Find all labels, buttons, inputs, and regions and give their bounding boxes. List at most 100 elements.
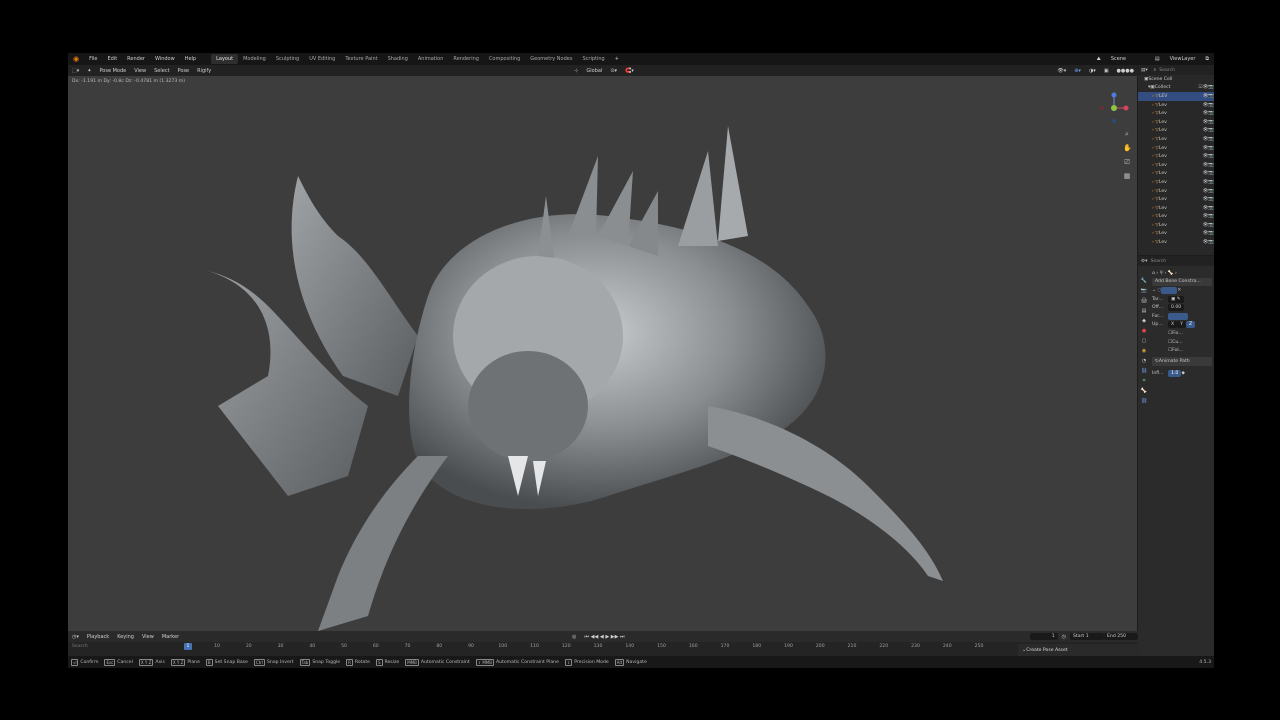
zoom-icon[interactable]: ⌕ xyxy=(1123,130,1131,138)
modifier-tab-icon[interactable]: ◉ xyxy=(1142,348,1146,354)
constraint-name-field[interactable] xyxy=(1161,286,1178,294)
outliner-item[interactable]: › ▽ Lev 👁📷 xyxy=(1138,187,1214,196)
animate-path-button[interactable]: ↻ Animate Path xyxy=(1152,356,1212,366)
timeline-view-menu[interactable]: View xyxy=(138,634,158,640)
display-mode-icon[interactable]: ⌕ xyxy=(1151,67,1160,73)
visibility-icon[interactable]: 👁📷 xyxy=(1202,197,1214,202)
menu-pose[interactable]: Pose xyxy=(174,68,194,74)
workspace-tab-shading[interactable]: Shading xyxy=(383,54,413,64)
bone-constraint-tab-icon[interactable]: ⛓ xyxy=(1141,398,1147,404)
filter-icon[interactable]: ▤▾ xyxy=(1138,68,1151,73)
visibility-icon[interactable]: 👁📷 xyxy=(1202,128,1214,133)
visibility-icon[interactable]: 👁📷 xyxy=(1202,231,1214,236)
output-tab-icon[interactable]: 🖨 xyxy=(1141,298,1147,304)
tool-tab-icon[interactable]: 🔧 xyxy=(1141,278,1147,284)
outliner-item[interactable]: › ▽ Lev 👁📷 xyxy=(1138,170,1214,179)
create-pose-asset-button[interactable]: Create Pose Asset xyxy=(1026,648,1067,653)
scene-icon[interactable]: ⛰ xyxy=(1092,56,1106,62)
add-constraint-button[interactable]: Add Bone Constra... xyxy=(1152,277,1212,287)
workspace-tab-compositing[interactable]: Compositing xyxy=(484,54,525,64)
visibility-icon[interactable]: 👁📷 xyxy=(1202,154,1214,159)
editor-type-icon[interactable]: ⚙▾ xyxy=(1138,259,1150,264)
view-layer-selector[interactable]: ViewLayer xyxy=(1165,56,1201,62)
outliner-root[interactable]: ▣ Scene Coll xyxy=(1138,75,1214,84)
menu-help[interactable]: Help xyxy=(180,56,201,62)
outliner-search[interactable]: Search xyxy=(1159,68,1175,73)
workspace-tab-texture-paint[interactable]: Texture Paint xyxy=(340,54,382,64)
timeline-search[interactable]: Search xyxy=(72,644,88,649)
constraint-close-icon[interactable]: ✕ xyxy=(1177,288,1181,293)
constraint-toggle-icon[interactable]: ⌄ ◌ xyxy=(1152,288,1161,293)
up-axis-y[interactable]: Y xyxy=(1177,321,1186,329)
forward-axis-field[interactable] xyxy=(1168,312,1188,320)
visibility-icon[interactable]: 👁📷 xyxy=(1202,137,1214,142)
up-axis-z[interactable]: Z xyxy=(1185,321,1196,329)
keying-menu[interactable]: Keying xyxy=(113,634,138,640)
workspace-tab-sculpting[interactable]: Sculpting xyxy=(271,54,304,64)
visibility-icon[interactable]: 👁📷 xyxy=(1202,146,1214,151)
shading-solid-icon[interactable]: ●●●● xyxy=(1113,68,1138,74)
blender-logo-icon[interactable]: ◉ xyxy=(68,55,84,63)
outliner-item[interactable]: › ▽ Lev 👁📷 xyxy=(1138,178,1214,187)
playback-menu[interactable]: Playback xyxy=(83,634,113,640)
view-layer-tab-icon[interactable]: ▤ xyxy=(1142,308,1147,314)
menu-select[interactable]: Select xyxy=(150,68,173,74)
playback-controls-icon[interactable]: ⏮ ◀◀ ◀ ▶ ▶▶ ⏭ xyxy=(581,634,629,640)
up-axis-x[interactable]: X xyxy=(1168,321,1178,329)
start-frame-field[interactable]: Start 1 xyxy=(1070,633,1104,640)
camera-icon[interactable]: ⎚ xyxy=(1123,158,1131,166)
world-tab-icon[interactable]: ● xyxy=(1142,328,1146,334)
outliner-item[interactable]: › ▽ Lev 👁📷 xyxy=(1138,195,1214,204)
end-frame-field[interactable]: End 250 xyxy=(1104,633,1138,640)
visibility-icon[interactable]: 👁📷 xyxy=(1202,189,1214,194)
visibility-icon[interactable]: 👁📷 xyxy=(1202,214,1214,219)
visibility-icon[interactable]: 👁📷 xyxy=(1202,103,1214,108)
grid-icon[interactable]: ▦ xyxy=(1123,172,1131,180)
menu-edit[interactable]: Edit xyxy=(102,56,122,62)
fixed-position-checkbox[interactable]: ☐ Fix... xyxy=(1152,329,1212,338)
constraint-tab-icon[interactable]: ⛓ xyxy=(1141,368,1147,374)
add-workspace-icon[interactable]: + xyxy=(610,56,624,62)
visibility-icon[interactable]: 👁📷 xyxy=(1202,223,1214,228)
orientation-selector[interactable]: Global xyxy=(582,68,606,74)
bone-tab-icon[interactable]: 🦴 xyxy=(1141,388,1147,394)
properties-search[interactable]: Search xyxy=(1150,259,1166,264)
close-icon[interactable]: ⧉ xyxy=(1200,56,1214,62)
outliner-collection[interactable]: ▾▣ Collect ☑👁📷 xyxy=(1138,84,1214,93)
target-field[interactable]: ▣ ✎ xyxy=(1168,295,1184,303)
outliner-item[interactable]: › ▽ Lev 👁📷 xyxy=(1138,152,1214,161)
visibility-icon[interactable]: 👁📷 xyxy=(1202,94,1214,99)
pan-hand-icon[interactable]: ✋ xyxy=(1123,144,1132,152)
outliner-item[interactable]: › ▽ Lev 👁📷 xyxy=(1138,161,1214,170)
navigation-gizmo[interactable] xyxy=(1099,90,1129,126)
workspace-tab-layout[interactable]: Layout xyxy=(211,54,239,64)
workspace-tab-uv-editing[interactable]: UV Editing xyxy=(304,54,340,64)
overlay-icon[interactable]: ◑▾ xyxy=(1085,68,1100,74)
editor-type-icon[interactable]: ⬚▾ xyxy=(68,68,83,74)
outliner-item[interactable]: › ▽ Lev 👁📷 xyxy=(1138,238,1214,247)
visibility-icon[interactable]: 👁📷 xyxy=(1202,111,1214,116)
influence-slider[interactable]: 1.0 xyxy=(1168,370,1182,378)
physics-tab-icon[interactable]: ◔ xyxy=(1142,358,1146,364)
workspace-tab-geometry-nodes[interactable]: Geometry Nodes xyxy=(525,54,577,64)
object-tab-icon[interactable]: ▢ xyxy=(1142,338,1147,344)
menu-window[interactable]: Window xyxy=(150,56,180,62)
menu-view[interactable]: View xyxy=(130,68,150,74)
visibility-icon[interactable]: 👁📷 xyxy=(1202,240,1214,245)
record-icon[interactable]: ◎ xyxy=(568,634,580,640)
outliner-item[interactable]: › ▽ Lev 👁📷 xyxy=(1138,221,1214,230)
timeline-editor-icon[interactable]: ◷▾ xyxy=(68,634,83,640)
workspace-tab-rendering[interactable]: Rendering xyxy=(448,54,484,64)
pivot-icon[interactable]: ⊙▾ xyxy=(606,68,621,74)
visibility-icon[interactable]: 👁▾ xyxy=(1053,68,1070,74)
snap-icon[interactable]: 🧲▾ xyxy=(621,68,638,74)
view-layer-icon[interactable]: ▤ xyxy=(1150,56,1165,62)
outliner-item[interactable]: › ▽ Lev 👁📷 xyxy=(1138,101,1214,110)
frame-marker[interactable]: 1 xyxy=(184,643,192,650)
current-frame-field[interactable]: 1 xyxy=(1029,633,1058,640)
visibility-icon[interactable]: 👁📷 xyxy=(1202,120,1214,125)
curve-radius-checkbox[interactable]: ☐ Cu... xyxy=(1152,338,1212,347)
outliner-item[interactable]: › ▽ Lev 👁📷 xyxy=(1138,109,1214,118)
scene-tab-icon[interactable]: ◆ xyxy=(1142,318,1146,324)
workspace-tab-animation[interactable]: Animation xyxy=(413,54,449,64)
